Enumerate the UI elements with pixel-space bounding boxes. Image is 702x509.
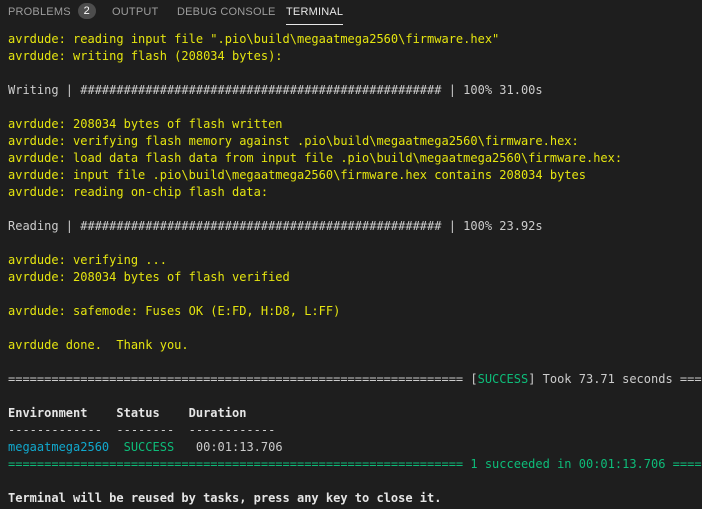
result-separator-line: ========================================… (8, 371, 702, 388)
environment-cell: megaatmega2560 (8, 440, 110, 454)
terminal-line: avrdude: input file .pio\build\megaatmeg… (8, 168, 586, 182)
problems-count-badge: 2 (77, 3, 96, 20)
terminal-line: avrdude done. Thank you. (8, 338, 189, 352)
tab-output-label: OUTPUT (112, 6, 159, 18)
tab-problems-label: PROBLEMS (8, 6, 71, 18)
tab-terminal-label: TERMINAL (286, 6, 344, 18)
tab-terminal[interactable]: TERMINAL (286, 0, 344, 26)
separator-right: ] Took 73.71 seconds === (528, 372, 702, 386)
terminal-line: avrdude: verifying flash memory against … (8, 134, 579, 148)
terminal-line: avrdude: load data flash data from input… (8, 151, 623, 165)
tab-problems[interactable]: PROBLEMS 2 (8, 0, 96, 26)
tab-debug-console[interactable]: DEBUG CONSOLE (177, 0, 276, 26)
terminal-output[interactable]: avrdude: reading input file ".pio\build\… (0, 26, 702, 509)
writing-progress-line: Writing | ##############################… (8, 83, 543, 97)
tab-debug-console-label: DEBUG CONSOLE (177, 6, 276, 18)
summary-table-row: megaatmega2560 SUCCESS 00:01:13.706 (8, 439, 283, 456)
terminal-line: avrdude: reading on-chip flash data: (8, 185, 269, 199)
terminal-line: avrdude: verifying ... (8, 253, 167, 267)
terminal-line: avrdude: writing flash (208034 bytes): (8, 49, 283, 63)
duration-cell: 00:01:13.706 (195, 440, 283, 454)
separator-left: ========================================… (8, 372, 478, 386)
terminal-line: avrdude: 208034 bytes of flash written (8, 117, 283, 131)
summary-table-dashes: ------------- -------- ------------ (8, 423, 276, 437)
summary-table-header: Environment Status Duration (8, 406, 247, 420)
terminal-reuse-notice: Terminal will be reused by tasks, press … (8, 491, 442, 505)
reading-progress-line: Reading | ##############################… (8, 219, 543, 233)
tab-output[interactable]: OUTPUT (112, 0, 158, 26)
success-tag: SUCCESS (477, 372, 529, 386)
status-cell: SUCCESS (123, 440, 175, 454)
terminal-line: avrdude: reading input file ".pio\build\… (8, 32, 500, 46)
final-summary-line: ========================================… (8, 457, 702, 471)
terminal-line: avrdude: safemode: Fuses OK (E:FD, H:D8,… (8, 304, 341, 318)
terminal-line: avrdude: 208034 bytes of flash verified (8, 270, 290, 284)
panel-tab-bar: PROBLEMS 2 OUTPUT DEBUG CONSOLE TERMINAL (0, 0, 702, 26)
